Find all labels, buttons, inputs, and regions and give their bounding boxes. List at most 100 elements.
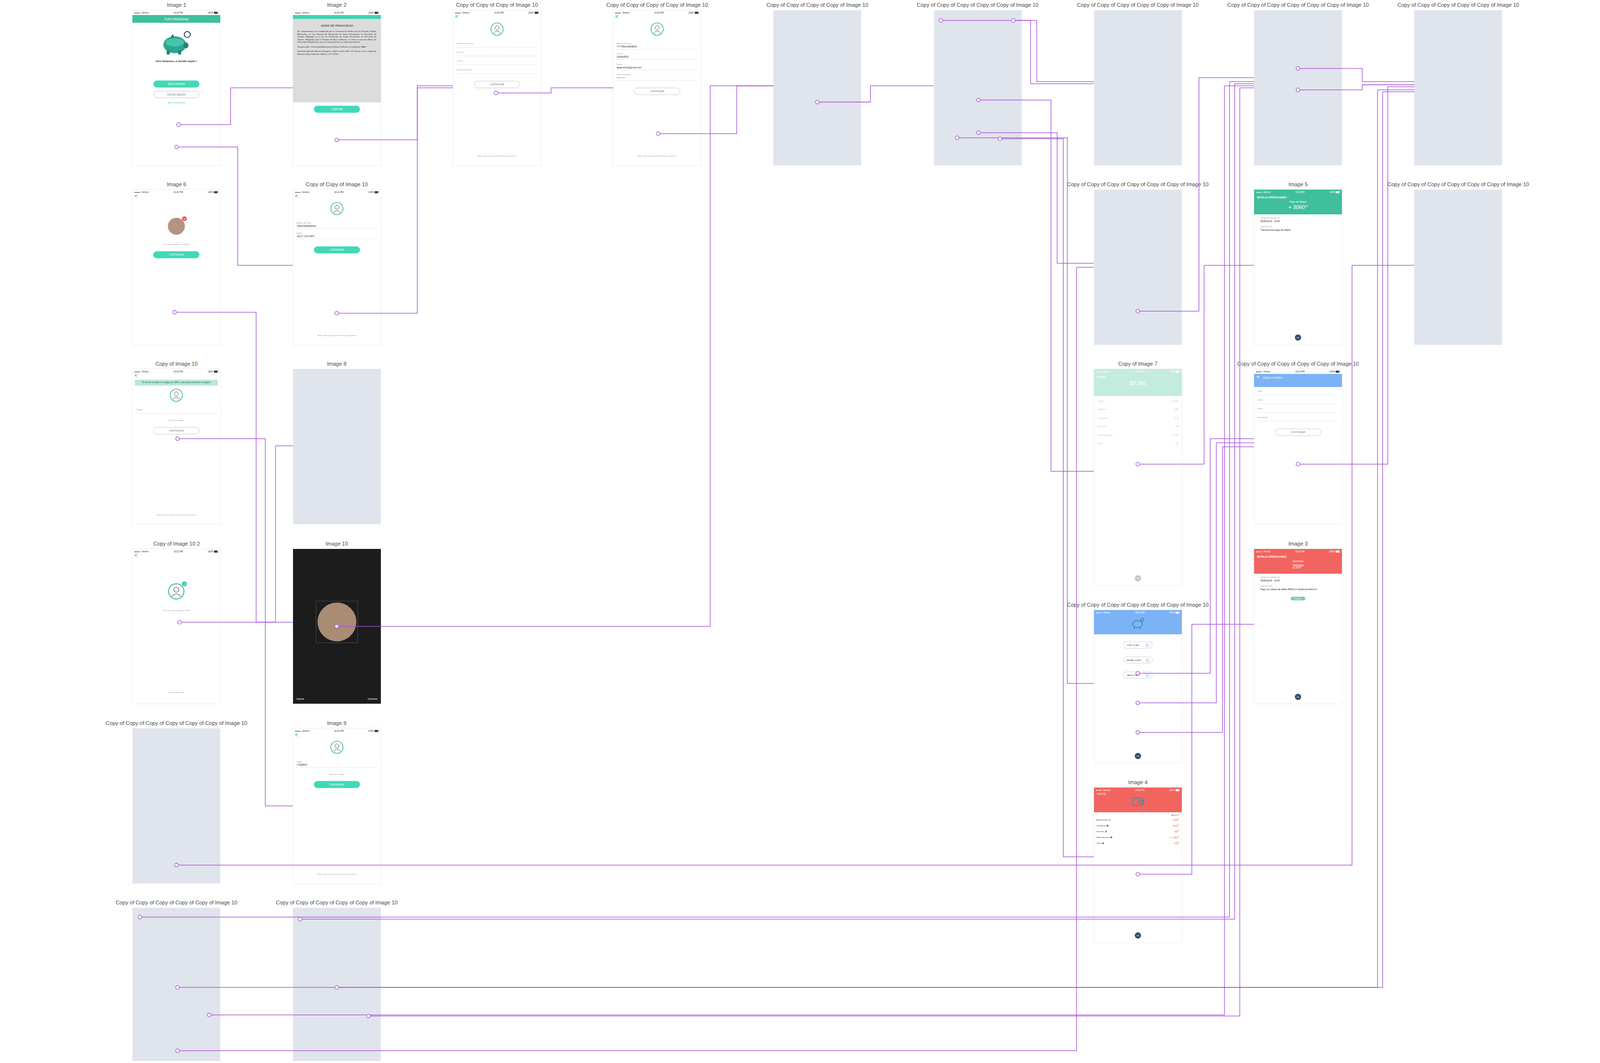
later-link[interactable]: Hacerlo más tarde	[132, 691, 221, 694]
prototype-link[interactable]	[1135, 77, 1255, 313]
text-field[interactable]: Descripción	[1257, 414, 1339, 422]
text-field[interactable]: Celular +52 6 7123 4567	[296, 230, 378, 240]
login-button[interactable]: INICIAR SESIÓN	[153, 91, 200, 99]
artboard-title[interactable]: Copy of Copy of Copy of Copy of Copy of …	[1254, 360, 1342, 367]
back-arrow-icon[interactable]	[455, 15, 459, 20]
artboard-title[interactable]: Image 3	[1254, 540, 1342, 547]
artboard-title[interactable]: Copy of Copy of Copy of Copy of Copy of …	[132, 720, 221, 727]
artboard[interactable]	[1093, 189, 1182, 345]
prototype-link[interactable]	[175, 437, 293, 807]
back-arrow-icon[interactable]	[134, 374, 139, 379]
artboard-title[interactable]: Image 1	[132, 1, 221, 8]
expense-row[interactable]: Transporte – 51300	[1096, 824, 1180, 828]
avatar-icon[interactable]	[329, 740, 344, 755]
artboard-title[interactable]: Copy of Copy of Copy of Copy of Copy of …	[293, 899, 381, 906]
artboard-title[interactable]: Copy of Copy of Copy of Copy of Copy of …	[1093, 181, 1182, 188]
prototype-link[interactable]	[334, 85, 774, 629]
artboard[interactable]	[773, 10, 862, 166]
artboard-title[interactable]: Copy of Copy of Copy of Copy of Image 10	[613, 1, 702, 8]
text-field[interactable]: Usuario JDAlb0505	[616, 51, 698, 61]
plan-option[interactable]: MEDIANO PLAZO	[1123, 656, 1153, 664]
avatar-icon[interactable]	[489, 22, 504, 36]
text-field[interactable]: Número de cliente	[456, 40, 538, 48]
text-field[interactable]: Plazo	[1257, 406, 1339, 413]
remove-badge[interactable]: ×	[181, 216, 187, 222]
text-field[interactable]: Correo alejandrotr@gmail.com	[616, 61, 698, 71]
artboard[interactable]: ●●●●○ Verizon 10:22 PM 100% Número de cl…	[293, 189, 381, 345]
artboard[interactable]: ●●●●○ Verizon 10:22 PM 100% CORTO PLAZO …	[1093, 610, 1182, 764]
prototype-link[interactable]	[174, 265, 1415, 868]
transaction-row[interactable]: Salario + 3,060	[1097, 400, 1179, 405]
menu-button[interactable]: •••	[1294, 693, 1302, 701]
prototype-link[interactable]	[1296, 66, 1415, 82]
continue-button[interactable]: CONTINUAR	[313, 246, 360, 254]
prototype-link[interactable]	[1011, 18, 1094, 82]
expense-row[interactable]: Servicios – 9900	[1096, 830, 1180, 833]
artboard-title[interactable]: Image 4	[1093, 779, 1182, 786]
artboard[interactable]: ●●●●○ Verizon 10:22 PM 100% × Toca para …	[132, 189, 221, 345]
artboard[interactable]: ●●●●○ Verizon 10:22 PM 100% SALDO $2,350…	[1093, 369, 1182, 586]
artboard-title[interactable]: Image 2	[293, 1, 381, 8]
prototype-link[interactable]	[176, 87, 293, 127]
text-field[interactable]: Código Y7E5B4O	[296, 759, 378, 768]
prototype-link[interactable]	[976, 130, 1094, 264]
prototype-link[interactable]	[298, 83, 1255, 922]
expense-row[interactable]: Alimentación – 29900	[1096, 818, 1180, 822]
continue-button[interactable]: CONTINUAR	[634, 87, 681, 96]
transaction-row[interactable]: Otros – 99	[1097, 442, 1179, 447]
artboard-title[interactable]: Copy of Copy of Copy of Copy of Image 10	[773, 1, 862, 8]
continue-button[interactable]: CONTINUAR	[153, 251, 200, 259]
expense-row[interactable]: Subscripciones – 1,18200	[1096, 835, 1180, 839]
artboard[interactable]: Cancel Continue	[293, 549, 381, 705]
artboard[interactable]: ●●●●○ Verizon 10:22 PM 100% Te hemos env…	[132, 369, 221, 525]
menu-button[interactable]: •••	[1134, 752, 1142, 760]
back-arrow-icon[interactable]	[294, 734, 299, 738]
back-arrow-icon[interactable]	[294, 195, 299, 199]
menu-button[interactable]: •••	[1134, 932, 1142, 940]
artboard[interactable]	[1093, 10, 1182, 166]
prototype-link[interactable]	[1135, 442, 1255, 705]
prototype-link[interactable]	[1296, 86, 1415, 467]
back-arrow-icon[interactable]	[615, 15, 620, 20]
back-arrow-icon[interactable]	[1256, 375, 1261, 380]
continue-button[interactable]: CONTINUAR	[1274, 428, 1322, 437]
prototype-link[interactable]	[334, 91, 1415, 990]
artboard-title[interactable]: Copy of Copy of Copy of Copy of Copy of …	[1093, 602, 1182, 608]
menu-button[interactable]: •••	[1294, 334, 1302, 342]
prototype-link[interactable]	[1135, 439, 1255, 676]
artboard[interactable]	[1414, 189, 1503, 345]
prototype-link[interactable]	[656, 85, 774, 136]
artboard-title[interactable]: Copy of Copy of Copy of Copy of Copy of …	[1414, 1, 1503, 8]
artboard-title[interactable]: Image 5	[1254, 181, 1342, 188]
prototype-link[interactable]	[997, 136, 1094, 858]
register-button[interactable]: REGISTRARSE	[153, 80, 200, 88]
prototype-link[interactable]	[938, 18, 1094, 84]
privacy-link[interactable]: Aviso de privacidad	[168, 101, 186, 104]
month-selector[interactable]: Agosto ▾	[1093, 812, 1182, 819]
artboard[interactable]: ●●●●○ Verizon 10:22 PM 100% AVISO DE PRI…	[293, 10, 381, 166]
artboard[interactable]: ●●●●○ Verizon 10:22 PM 100% NUEVO AHORRO…	[1254, 369, 1342, 525]
artboard[interactable]	[1414, 10, 1503, 166]
artboard[interactable]: ●●●●○ Verizon 10:22 PM 100% TUS FINANZAS…	[132, 10, 221, 166]
artboard-title[interactable]: Copy of Copy of Copy of Copy of Copy of …	[1093, 1, 1182, 8]
artboard-title[interactable]: Image 8	[293, 360, 381, 367]
artboard-title[interactable]: Copy of Copy of Copy of Image 10	[453, 1, 541, 8]
prototype-link[interactable]	[175, 267, 1094, 1053]
artboard-title[interactable]: Copy of Image 10	[132, 360, 221, 367]
prototype-link[interactable]	[955, 135, 1094, 684]
prototype-link[interactable]	[815, 85, 934, 104]
artboard[interactable]: ●●●●○ Verizon 10:22 PM 100% GASTOS Agost…	[1093, 787, 1182, 944]
artboard-title[interactable]: Image 10	[293, 540, 381, 547]
prototype-link[interactable]	[175, 89, 1415, 990]
text-field[interactable]: Monto	[1257, 397, 1339, 405]
prototype-link[interactable]	[334, 85, 454, 142]
text-field[interactable]: Título	[1257, 388, 1339, 396]
cancel-button[interactable]: Cancel	[296, 697, 305, 701]
back-arrow-icon[interactable]	[134, 554, 139, 559]
prototype-link[interactable]	[493, 87, 614, 95]
avatar-icon[interactable]	[650, 22, 665, 36]
artboard[interactable]: ●●●●○ Verizon 10:22 PM 100% Número de cl…	[613, 10, 702, 166]
prototype-link[interactable]	[1135, 624, 1255, 877]
back-arrow-icon[interactable]	[134, 195, 139, 199]
plan-option[interactable]: LARGO PLAZO	[1123, 671, 1153, 679]
